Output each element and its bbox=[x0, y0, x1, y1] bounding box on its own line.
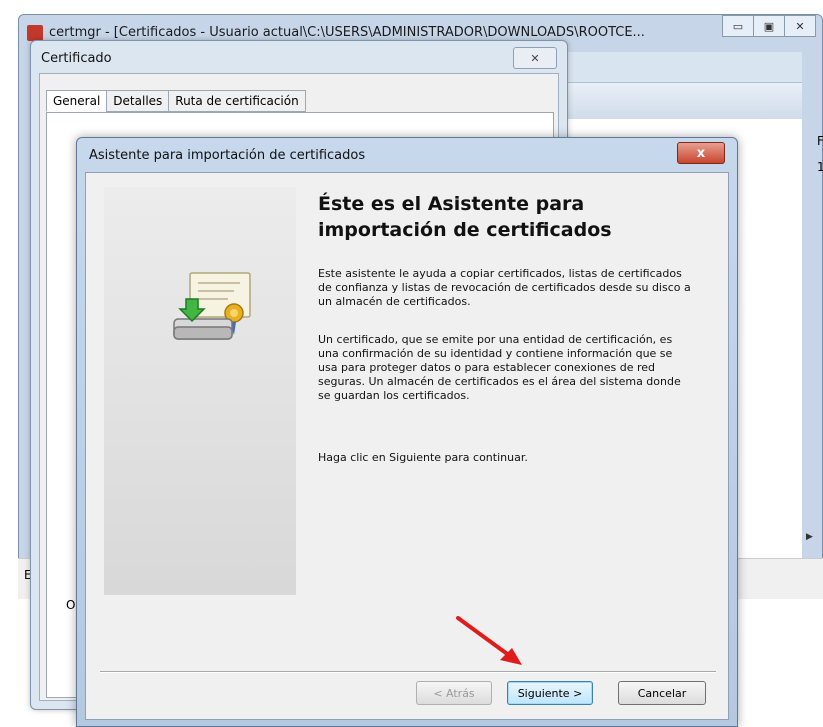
wizard-separator bbox=[100, 671, 716, 673]
scroll-right-icon[interactable]: ▶ bbox=[806, 532, 813, 542]
list-cell-value: 17 bbox=[817, 160, 823, 174]
wizard-paragraph-description: Un certificado, que se emite por una ent… bbox=[318, 333, 681, 402]
wizard-heading: Éste es el Asistente para importación de… bbox=[318, 193, 612, 241]
wizard-side-banner bbox=[104, 187, 296, 595]
wizard-paragraph-intro: Este asistente le ayuda a copiar certifi… bbox=[318, 267, 691, 308]
wizard-paragraph-continue: Haga clic en Siguiente para continuar. bbox=[318, 451, 528, 464]
wizard-content: Éste es el Asistente para importación de… bbox=[85, 172, 729, 720]
certificate-tabs: General Detalles Ruta de certificación bbox=[46, 90, 306, 112]
tab-general[interactable]: General bbox=[46, 90, 108, 112]
import-wizard-dialog: Asistente para importación de certificad… bbox=[76, 137, 738, 727]
close-button[interactable]: ✕ bbox=[784, 15, 816, 37]
maximize-button[interactable]: ▣ bbox=[753, 15, 785, 37]
certificate-import-icon bbox=[173, 272, 251, 340]
certmgr-window-title: certmgr - [Certificados - Usuario actual… bbox=[49, 25, 645, 40]
cancel-button[interactable]: Cancelar bbox=[618, 681, 706, 705]
next-button[interactable]: Siguiente > bbox=[507, 681, 593, 705]
minimize-button[interactable]: ▭ bbox=[722, 15, 754, 37]
certificate-dialog-close-button[interactable]: ✕ bbox=[513, 47, 557, 69]
toolbar-strip bbox=[542, 52, 802, 83]
wizard-title: Asistente para importación de certificad… bbox=[89, 148, 366, 163]
window-controls: ▭ ▣ ✕ bbox=[722, 15, 816, 37]
certificate-dialog-title: Certificado bbox=[41, 51, 112, 66]
wizard-close-button[interactable]: x bbox=[677, 142, 725, 164]
back-button[interactable]: < Atrás bbox=[416, 681, 492, 705]
tab-ruta-certificacion[interactable]: Ruta de certificación bbox=[168, 90, 306, 112]
column-header-fecha[interactable]: Fe bbox=[817, 134, 823, 148]
certmgr-app-icon bbox=[27, 25, 43, 41]
red-arrow-icon bbox=[456, 616, 522, 665]
certificate-footer-text: O bbox=[66, 598, 76, 612]
list-header-strip bbox=[542, 83, 802, 119]
tab-detalles[interactable]: Detalles bbox=[106, 90, 170, 112]
